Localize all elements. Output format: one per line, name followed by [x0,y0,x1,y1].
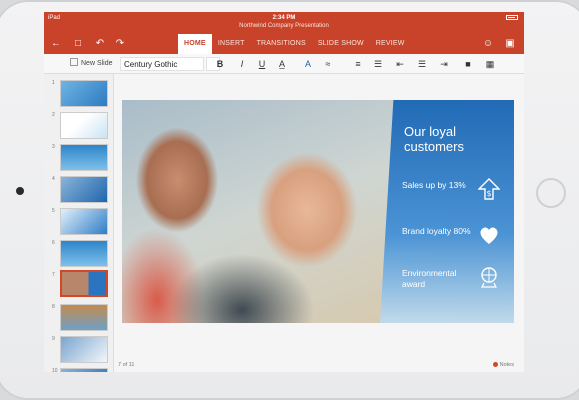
home-button[interactable] [536,178,566,208]
bullets-icon[interactable]: ≡ [352,58,364,70]
font-style-button[interactable]: A̲ [276,58,288,70]
undo-icon[interactable]: ↶ [94,38,106,50]
share-user-icon[interactable]: ☺ [482,38,494,50]
status-footer: 7 of 11 Notes [114,360,524,372]
dollar-up-arrow-icon: $ [478,178,500,200]
tab-review[interactable]: REVIEW [370,34,411,54]
bold-button[interactable]: B [214,58,226,70]
slide-line-loyalty[interactable]: Brand loyalty 80% [402,226,474,237]
format-toolbar: New Slide Century Gothic B I U A̲ A ≈ ≡ … [44,54,524,74]
slide-line-award[interactable]: Environmental award [402,268,474,290]
slide-title[interactable]: Our loyal customers [404,124,504,154]
thumb-number: 4 [52,176,55,182]
tab-transitions[interactable]: TRANSITIONS [251,34,312,54]
tab-slide-show[interactable]: SLIDE SHOW [312,34,370,54]
underline-button[interactable]: U [256,58,268,70]
text-effects-icon[interactable]: ≈ [322,58,334,70]
back-icon[interactable]: ← [50,38,62,50]
font-name-field[interactable]: Century Gothic [120,57,204,71]
notes-label: Notes [499,362,514,368]
thumb-number: 9 [52,336,55,342]
thumbnail-3[interactable] [60,144,108,171]
font-color-button[interactable]: A [302,58,314,70]
slide-thumbnails: 1 2 3 4 5 6 7 8 9 10 [44,74,114,372]
new-slide-label: New Slide [81,60,113,67]
increase-indent-icon[interactable]: ⇥ [438,58,450,70]
comment-icon[interactable]: ▣ [504,38,516,50]
app-screen: iPad 2:34 PM Northwind Company Presentat… [44,12,524,372]
notes-button[interactable]: Notes [492,362,514,368]
thumbnail-4[interactable] [60,176,108,203]
file-icon[interactable]: □ [72,38,84,50]
page-indicator: 7 of 11 [118,362,135,368]
italic-button[interactable]: I [236,58,248,70]
thumbnail-10[interactable] [60,368,108,372]
shapes-icon[interactable]: ■ [462,58,474,70]
heart-icon [480,227,498,244]
thumb-number: 7 [52,272,55,278]
thumbnail-5[interactable] [60,208,108,235]
numbering-icon[interactable]: ☰ [372,58,384,70]
arrange-icon[interactable]: ▦ [484,58,496,70]
clock: 2:34 PM [272,15,296,21]
svg-text:$: $ [486,189,491,198]
slide-text-panel: Our loyal customers Sales up by 13% Bran… [380,100,514,323]
decrease-indent-icon[interactable]: ⇤ [394,58,406,70]
tab-home[interactable]: HOME [178,34,212,54]
slide-canvas: Our loyal customers Sales up by 13% Bran… [114,74,524,372]
thumbnail-1[interactable] [60,80,108,107]
thumbnail-7-selected[interactable] [60,270,108,297]
battery-icon [506,15,518,20]
current-slide[interactable]: Our loyal customers Sales up by 13% Bran… [122,100,514,323]
front-camera [16,187,24,195]
globe-award-icon [481,267,497,288]
thumb-number: 1 [52,80,55,86]
tab-insert[interactable]: INSERT [212,34,251,54]
document-title: Northwind Company Presentation [239,23,329,29]
thumbnail-9[interactable] [60,336,108,363]
thumb-number: 3 [52,144,55,150]
thumb-number: 5 [52,208,55,214]
thumb-number: 2 [52,112,55,118]
slide-line-sales[interactable]: Sales up by 13% [402,180,474,191]
notes-icon [492,362,498,367]
new-slide-icon [70,58,78,66]
thumb-number: 10 [52,368,58,372]
ribbon-tabs: HOME INSERT TRANSITIONS SLIDE SHOW REVIE… [178,34,411,54]
ribbon-bar: ← □ ↶ ↷ HOME INSERT TRANSITIONS SLIDE SH… [44,34,524,54]
thumbnail-6[interactable] [60,240,108,267]
thumbnail-2[interactable] [60,112,108,139]
align-icon[interactable]: ☰ [416,58,428,70]
ipad-frame: iPad 2:34 PM Northwind Company Presentat… [0,0,579,400]
thumb-number: 6 [52,240,55,246]
status-bar: iPad 2:34 PM Northwind Company Presentat… [44,12,524,34]
new-slide-button[interactable]: New Slide [70,58,113,67]
redo-icon[interactable]: ↷ [114,38,126,50]
thumb-number: 8 [52,304,55,310]
thumbnail-8[interactable] [60,304,108,331]
